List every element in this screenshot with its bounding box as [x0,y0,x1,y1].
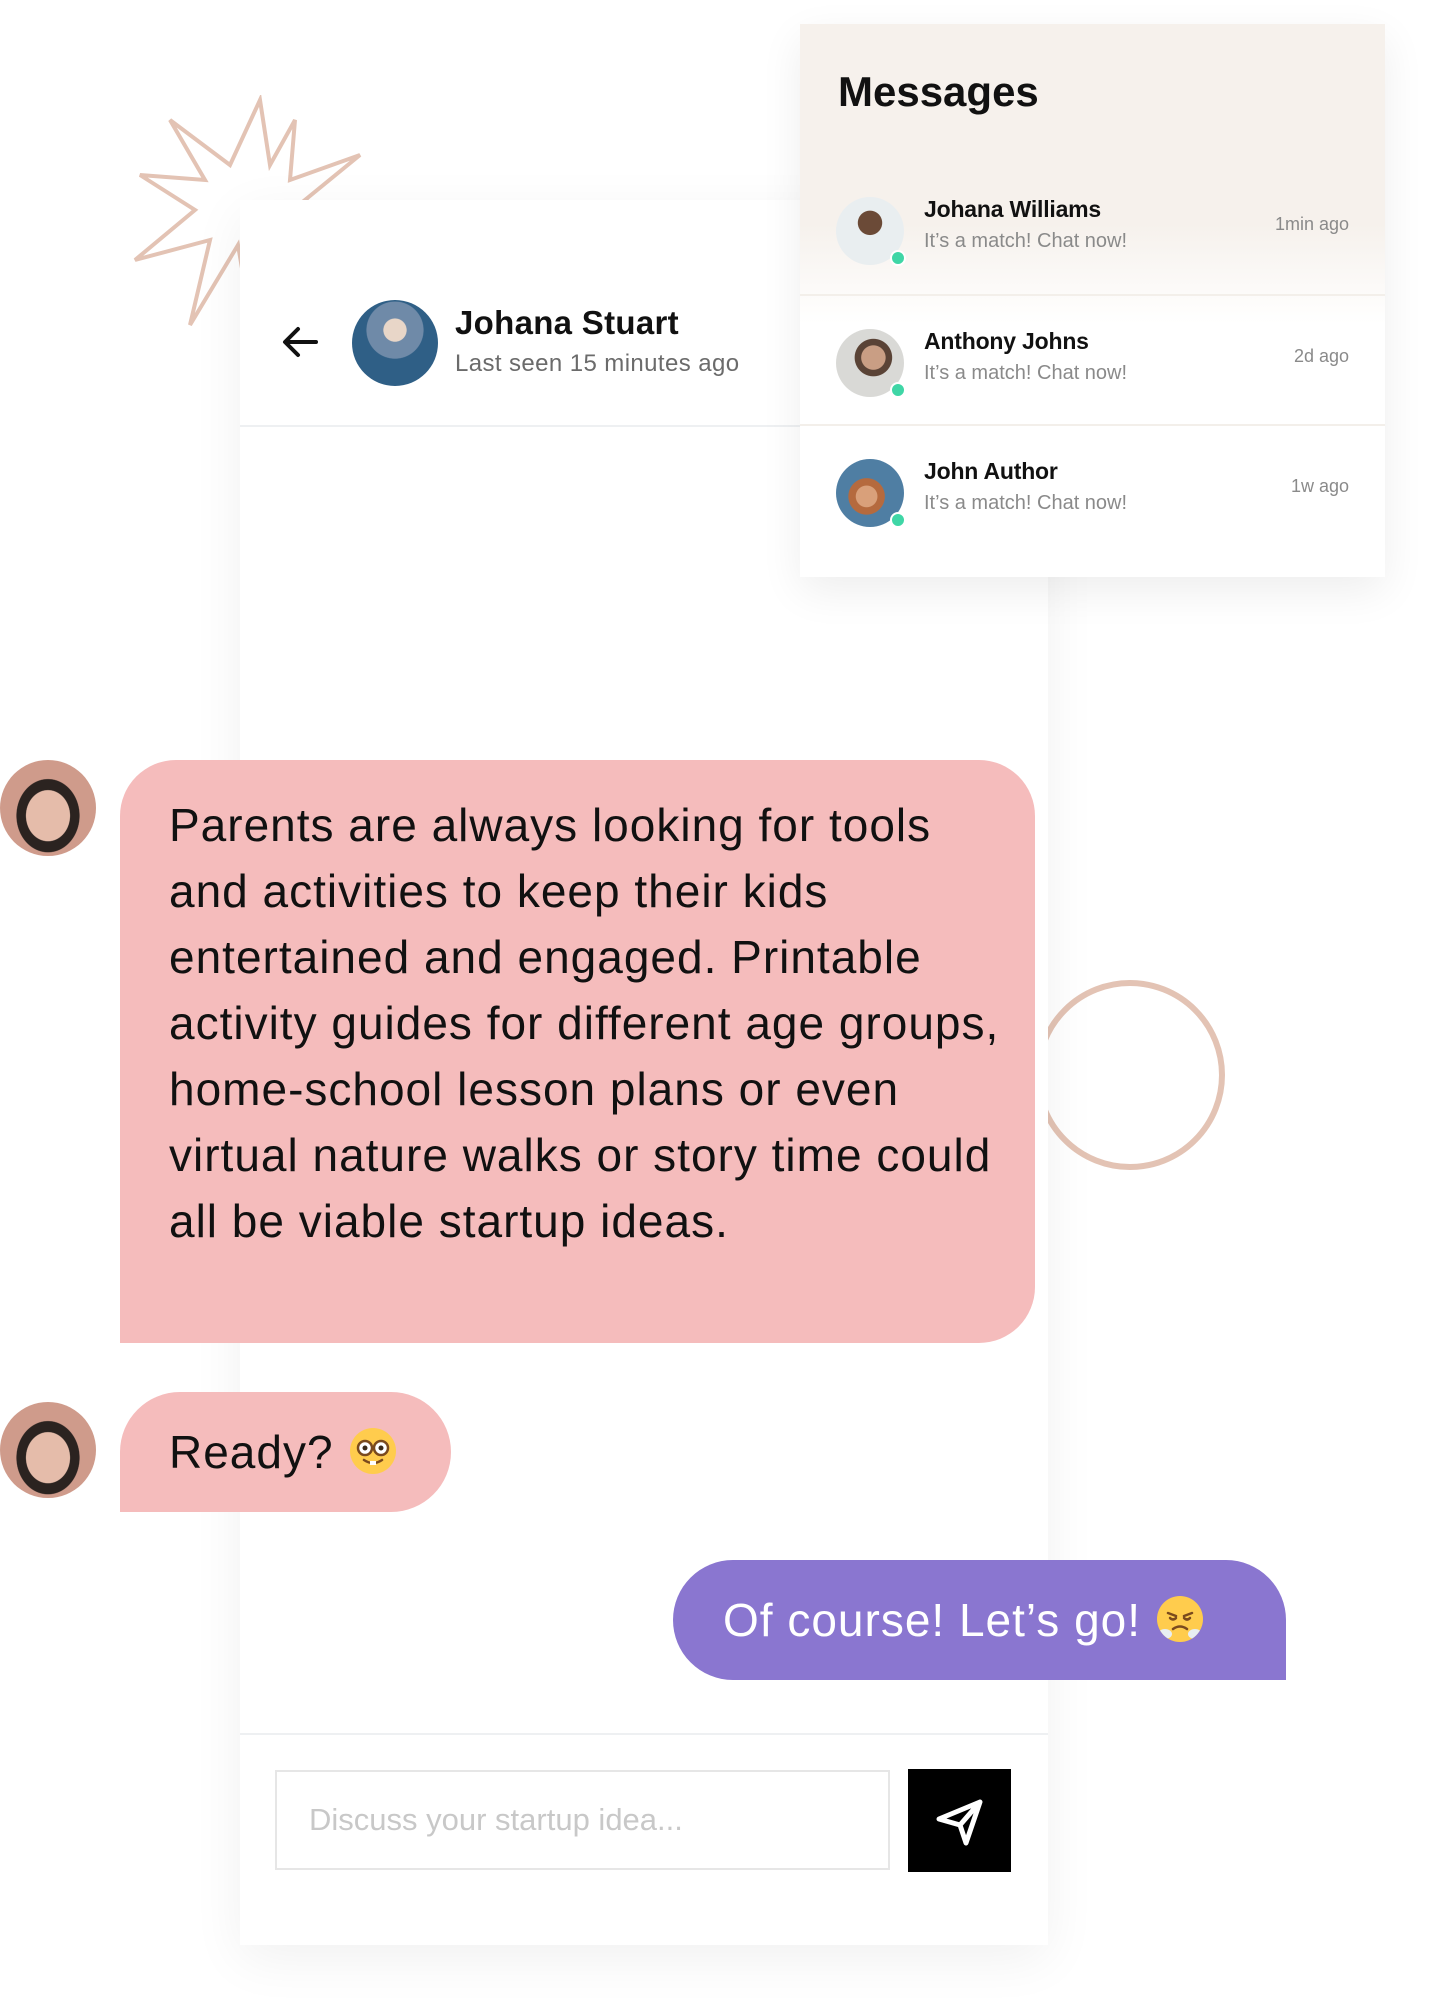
message-text: Ready? [169,1426,334,1478]
online-indicator [890,512,906,528]
contact-avatar[interactable] [352,300,438,386]
conversation-name: Johana Williams [924,196,1102,222]
conversation-item[interactable]: Johana Williams It’s a match! Chat now! … [800,164,1385,294]
sender-avatar [0,1402,96,1498]
conversation-item[interactable]: John Author It’s a match! Chat now! 1w a… [800,424,1385,556]
nerd-face-emoji [349,1428,396,1474]
conversation-preview: It’s a match! Chat now! [924,492,1128,514]
conversation-name: Anthony Johns [924,328,1089,354]
ring-decoration [1035,980,1225,1170]
message-input[interactable] [275,1770,890,1870]
online-indicator [890,250,906,266]
incoming-message-bubble: Ready? [120,1392,451,1512]
online-indicator [890,382,906,398]
conversation-time: 1w ago [1290,476,1349,496]
contact-last-seen: Last seen 15 minutes ago [455,350,740,377]
conversation-preview: It’s a match! Chat now! [924,362,1128,384]
outgoing-message-bubble: Of course! Let’s go! [673,1560,1286,1680]
face-with-steam-emoji [1157,1596,1204,1642]
incoming-message-bubble: Parents are always looking for tools and… [120,760,1035,1343]
conversation-item[interactable]: Anthony Johns It’s a match! Chat now! 2d… [800,294,1385,426]
message-text: Of course! Let’s go! [723,1594,1142,1646]
sender-avatar [0,760,96,856]
arrow-left-icon[interactable] [278,320,322,364]
message-text: Parents are always looking for tools and… [169,799,1000,1247]
conversation-time: 2d ago [1293,346,1349,366]
send-button[interactable] [908,1769,1011,1872]
conversation-time: 1min ago [1274,214,1349,234]
contact-name: Johana Stuart [455,304,679,341]
message-content: Ready? [169,1422,396,1482]
messages-title: Messages [838,68,1039,115]
conversation-preview: It’s a match! Chat now! [924,230,1128,252]
message-content: Of course! Let’s go! [723,1590,1204,1650]
conversation-name: John Author [924,458,1058,484]
messages-panel: Messages Johana Williams It’s a match! C… [800,24,1385,577]
composer-divider [240,1733,1048,1735]
send-icon [936,1799,983,1846]
